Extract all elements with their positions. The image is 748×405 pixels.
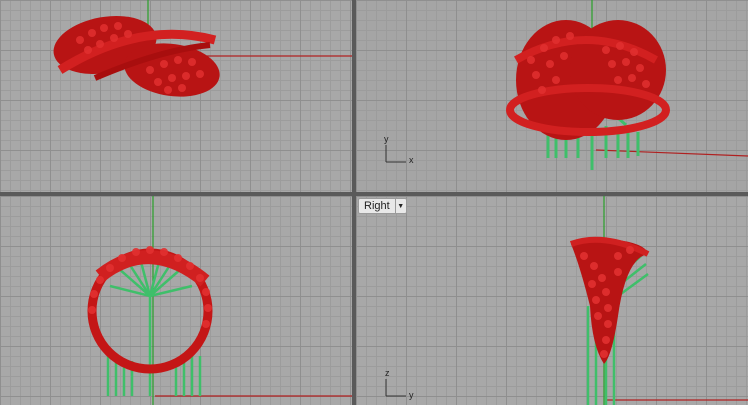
ring-model-top [53, 15, 220, 97]
perspective-canvas [385, 0, 748, 170]
viewport-front[interactable] [0, 196, 352, 405]
world-axes-icon [385, 145, 406, 163]
right-view-canvas [385, 196, 748, 405]
axis-y-label: y [384, 134, 389, 144]
viewport-perspective[interactable]: y x [356, 0, 748, 192]
front-view-canvas [87, 196, 352, 405]
viewport-top[interactable] [0, 0, 352, 192]
viewport-right[interactable]: Right ▼ z y [356, 196, 748, 405]
axis-z-label: z [385, 368, 390, 378]
ring-model-perspective [506, 20, 670, 140]
ring-model-right [569, 236, 650, 364]
axis-y-label: y [409, 390, 414, 400]
rhino-4-viewports: y x Right ▼ z y [0, 0, 748, 405]
world-axes-icon [385, 379, 406, 397]
top-view-canvas [53, 0, 352, 97]
axis-x-label: x [409, 155, 414, 165]
support-base [106, 257, 202, 396]
